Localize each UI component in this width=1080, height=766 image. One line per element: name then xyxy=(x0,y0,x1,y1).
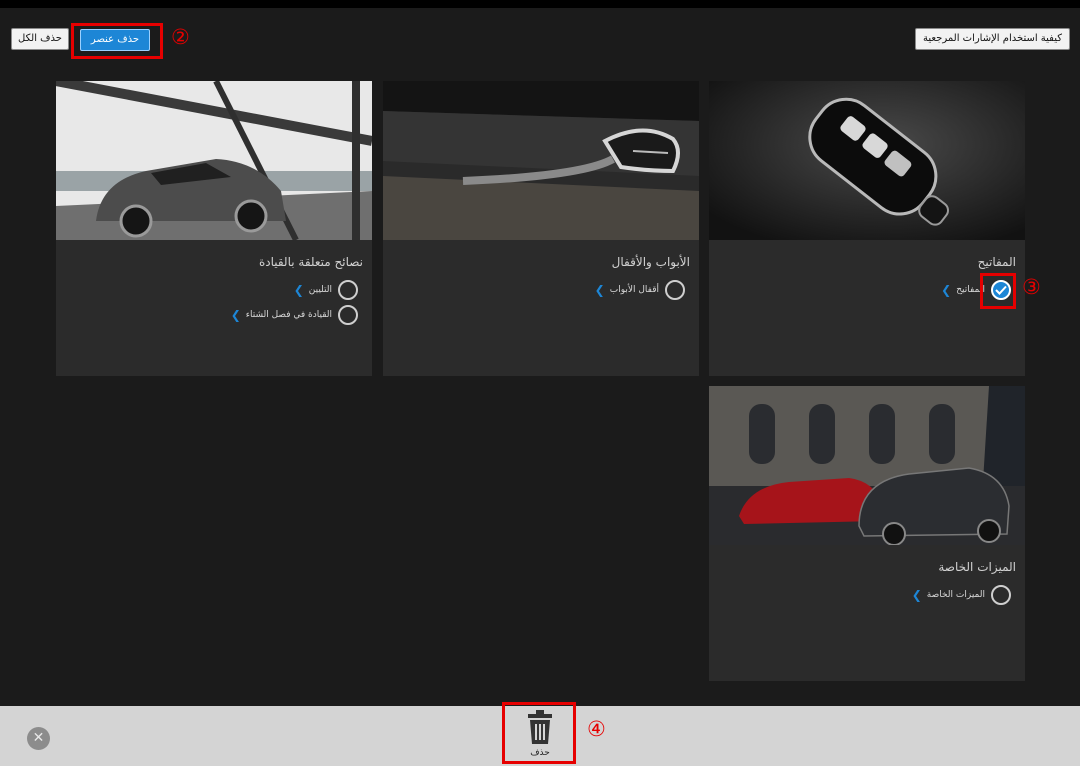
step-marker-4: ④ xyxy=(587,717,606,741)
card-special-features[interactable]: الميزات الخاصة الميزات الخاصة ❯ xyxy=(709,386,1025,681)
item-label: القيادة في فصل الشتاء xyxy=(245,310,332,320)
card-title: الأبواب والأقفال xyxy=(611,255,690,269)
how-to-use-bookmarks-button[interactable]: كيفية استخدام الإشارات المرجعية xyxy=(915,28,1070,50)
delete-all-button[interactable]: حذف الكل xyxy=(11,28,69,50)
driving-image xyxy=(56,81,372,240)
card-title: نصائح متعلقة بالقيادة xyxy=(258,255,363,269)
checkbox-unchecked[interactable] xyxy=(338,305,358,325)
checkbox-unchecked[interactable] xyxy=(991,585,1011,605)
step-marker-3: ③ xyxy=(1022,275,1041,299)
card-item[interactable]: الميزات الخاصة ❯ xyxy=(912,584,1011,606)
door-image xyxy=(383,81,699,240)
chevron-right-icon: ❯ xyxy=(293,283,304,297)
chevron-right-icon: ❯ xyxy=(594,283,605,297)
card-item[interactable]: القيادة في فصل الشتاء ❯ xyxy=(231,304,358,326)
item-label: أقفال الأبواب xyxy=(609,285,659,295)
step-marker-2: ② xyxy=(171,25,190,49)
item-label: التليين xyxy=(308,285,332,295)
card-item[interactable]: أقفال الأبواب ❯ xyxy=(595,279,685,301)
keys-image xyxy=(709,81,1025,240)
highlight-box-delete xyxy=(502,702,576,764)
checkbox-unchecked[interactable] xyxy=(665,280,685,300)
highlight-box-delete-item xyxy=(71,23,163,59)
item-label: الميزات الخاصة xyxy=(926,590,985,600)
checkbox-unchecked[interactable] xyxy=(338,280,358,300)
close-icon[interactable]: ✕ xyxy=(27,727,50,750)
card-title: المفاتيح xyxy=(977,255,1016,269)
chevron-right-icon: ❯ xyxy=(230,308,241,322)
card-keys[interactable]: المفاتيح المفاتيح ❯ xyxy=(709,81,1025,376)
top-strip xyxy=(0,0,1080,8)
chevron-right-icon: ❯ xyxy=(941,283,952,297)
highlight-box-checkbox xyxy=(980,273,1016,309)
card-driving-tips[interactable]: نصائح متعلقة بالقيادة التليين ❯ القيادة … xyxy=(56,81,372,376)
card-doors-locks[interactable]: الأبواب والأقفال أقفال الأبواب ❯ xyxy=(383,81,699,376)
card-title: الميزات الخاصة xyxy=(938,560,1016,574)
cars-image xyxy=(709,386,1025,545)
chevron-right-icon: ❯ xyxy=(911,588,922,602)
card-item[interactable]: التليين ❯ xyxy=(294,279,358,301)
